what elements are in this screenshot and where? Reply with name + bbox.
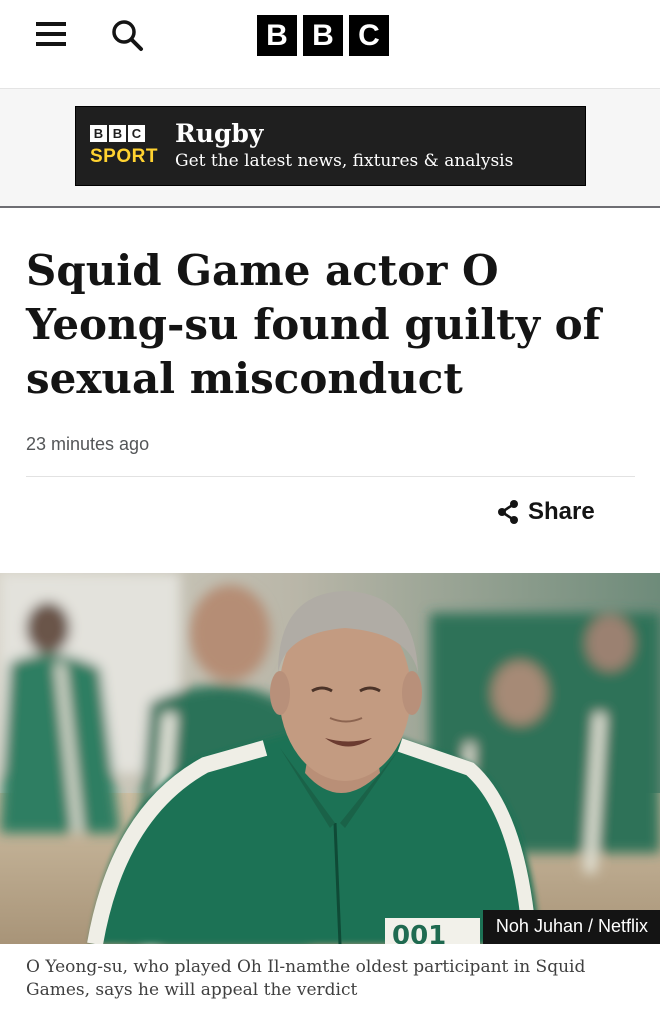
logo-letter: B [109,125,126,142]
logo-sport-text: SPORT [90,146,158,167]
svg-text:001: 001 [392,921,446,944]
article-image: 001 Noh Juhan / Netflix [0,573,660,944]
rugby-promo-banner[interactable]: B B C SPORT Rugby Get the latest news, f… [75,106,586,186]
share-button[interactable]: Share [496,496,595,528]
banner-title: Rugby [175,119,264,148]
bbc-sport-logo: B B C SPORT [90,125,162,168]
logo-letter: C [128,125,145,142]
share-label: Share [528,498,595,525]
image-caption: O Yeong-su, who played Oh Il-namthe olde… [26,957,586,1000]
promo-strip: B B C SPORT Rugby Get the latest news, f… [0,88,660,208]
logo-letter: B [257,15,297,56]
article-headline: Squid Game actor O Yeong-su found guilty… [26,246,601,403]
logo-letter: B [90,125,107,142]
logo-letter: B [303,15,343,56]
hamburger-menu-icon[interactable] [36,20,68,50]
search-icon[interactable] [110,18,146,54]
bbc-logo[interactable]: B B C [257,15,389,56]
banner-subtitle: Get the latest news, fixtures & analysis [175,151,514,171]
top-navigation: B B C [0,0,660,88]
logo-letter: C [349,15,389,56]
image-credit: Noh Juhan / Netflix [482,910,660,944]
share-icon [498,500,518,524]
divider [26,476,635,477]
article-timestamp: 23 minutes ago [26,434,150,454]
